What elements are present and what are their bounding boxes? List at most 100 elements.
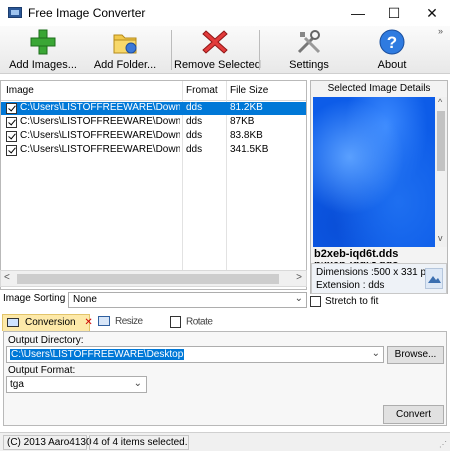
row-checkbox[interactable] xyxy=(6,145,17,156)
table-row[interactable]: C:\Users\LISTOFFREEWARE\Downl... dds 81.… xyxy=(1,102,306,115)
image-path: C:\Users\LISTOFFREEWARE\Downl... xyxy=(20,130,180,141)
output-directory-field[interactable]: C:\Users\LISTOFFREEWARE\Desktop ⌄ xyxy=(6,346,384,363)
title-bar: Free Image Converter — ☐ ✕ xyxy=(0,0,450,26)
image-format: dds xyxy=(186,116,203,127)
row-checkbox[interactable] xyxy=(6,131,17,142)
tab-rotate[interactable]: Rotate xyxy=(166,314,236,331)
chevron-down-icon: ⌄ xyxy=(133,378,142,389)
close-button[interactable]: ✕ xyxy=(414,0,450,26)
browse-button[interactable]: Browse... xyxy=(387,346,444,364)
image-size: 83.8KB xyxy=(230,130,263,141)
settings-button[interactable]: Settings xyxy=(278,26,340,74)
toolbar-separator xyxy=(171,30,172,70)
image-size: 81.2KB xyxy=(230,102,263,113)
image-info-box: Dimensions :500 x 331 px. Extension : dd… xyxy=(311,263,447,294)
toolbar-overflow[interactable]: » xyxy=(438,26,443,36)
chevron-down-icon: ⌄ xyxy=(294,293,303,304)
resize-icon xyxy=(98,316,110,327)
status-copyright: (C) 2013 Aaro4130 xyxy=(3,435,92,450)
output-directory-label: Output Directory: xyxy=(8,335,84,346)
sorting-value: None xyxy=(73,294,97,305)
mountain-icon xyxy=(428,276,441,283)
resize-grip-icon[interactable]: ⋰ xyxy=(439,440,447,449)
toolbar-separator xyxy=(259,30,260,70)
add-images-label: Add Images... xyxy=(9,59,77,71)
image-size: 87KB xyxy=(230,116,255,127)
close-tab-icon[interactable]: ✕ xyxy=(84,317,92,328)
add-images-button[interactable]: Add Images... xyxy=(4,26,82,74)
image-dimensions: Dimensions :500 x 331 px. xyxy=(316,267,434,278)
conversion-panel: Output Directory: C:\Users\LISTOFFREEWAR… xyxy=(3,331,447,426)
sorting-bar: Image Sorting : None ⌄ xyxy=(0,292,307,308)
help-icon: ? xyxy=(379,29,405,55)
status-bar: (C) 2013 Aaro4130 4 of 4 items selected.… xyxy=(0,432,450,451)
svg-text:?: ? xyxy=(387,33,397,52)
stretch-label: Stretch to fit xyxy=(325,296,379,308)
settings-label: Settings xyxy=(289,59,329,71)
output-directory-value: C:\Users\LISTOFFREEWARE\Desktop xyxy=(10,349,185,360)
output-format-value: tga xyxy=(10,379,24,390)
convert-button[interactable]: Convert xyxy=(383,405,444,424)
preview-heading: Selected Image Details xyxy=(327,83,431,94)
conversion-icon xyxy=(7,317,19,327)
fit-view-icon[interactable] xyxy=(425,268,443,289)
window-title: Free Image Converter xyxy=(28,6,146,20)
column-format[interactable]: Fromat xyxy=(186,85,218,96)
stretch-to-fit[interactable]: Stretch to fit xyxy=(310,296,378,307)
table-row[interactable]: C:\Users\LISTOFFREEWARE\Downl... dds 83.… xyxy=(1,130,306,143)
output-format-label: Output Format: xyxy=(8,365,76,376)
column-image[interactable]: Image xyxy=(6,85,34,96)
tools-icon xyxy=(297,30,321,54)
remove-selected-label: Remove Selected xyxy=(174,59,261,71)
add-folder-button[interactable]: Add Folder... xyxy=(88,26,162,74)
toolbar: Add Images... Add Folder... Remove Selec… xyxy=(0,26,450,74)
delete-x-icon xyxy=(202,30,228,54)
stretch-checkbox[interactable] xyxy=(310,296,321,307)
add-folder-label: Add Folder... xyxy=(93,59,157,71)
table-row[interactable]: C:\Users\LISTOFFREEWARE\Downl... dds 341… xyxy=(1,144,306,157)
scroll-left-icon[interactable]: < xyxy=(4,272,10,283)
scroll-down-icon[interactable]: v xyxy=(438,233,443,243)
maximize-button[interactable]: ☐ xyxy=(376,0,412,26)
list-horizontal-scrollbar[interactable]: < > xyxy=(0,270,307,287)
output-format-select[interactable]: tga ⌄ xyxy=(6,376,147,393)
image-path: C:\Users\LISTOFFREEWARE\Downl... xyxy=(20,102,180,113)
rotate-icon xyxy=(170,316,181,328)
scrollbar-thumb[interactable] xyxy=(437,111,445,171)
list-header: Image Fromat File Size xyxy=(1,81,306,101)
table-row[interactable]: C:\Users\LISTOFFREEWARE\Downl... dds 87K… xyxy=(1,116,306,129)
image-format: dds xyxy=(186,144,203,155)
chevron-down-icon[interactable]: ⌄ xyxy=(372,348,380,359)
scrollbar-thumb[interactable] xyxy=(17,274,279,284)
filename-row: b2xeb-iqd6t.dds xyxy=(311,247,447,262)
image-preview xyxy=(313,97,435,247)
tab-conversion[interactable]: Conversion ✕ xyxy=(2,314,93,331)
about-label: About xyxy=(377,59,407,71)
app-icon xyxy=(8,7,22,18)
image-extension: Extension : dds xyxy=(316,280,385,291)
selected-filename: b2xeb-iqd6t.dds xyxy=(314,248,399,260)
scroll-right-icon[interactable]: > xyxy=(296,272,302,283)
remove-selected-button[interactable]: Remove Selected xyxy=(174,26,261,74)
image-format: dds xyxy=(186,102,203,113)
image-path: C:\Users\LISTOFFREEWARE\Downl... xyxy=(20,116,180,127)
row-checkbox[interactable] xyxy=(6,103,17,114)
image-list[interactable]: Image Fromat File Size C:\Users\LISTOFFR… xyxy=(0,80,307,290)
plus-icon xyxy=(30,29,56,55)
row-checkbox[interactable] xyxy=(6,117,17,128)
sorting-select[interactable]: None ⌄ xyxy=(68,292,307,308)
scroll-up-icon[interactable]: ^ xyxy=(438,97,442,107)
image-size: 341.5KB xyxy=(230,144,269,155)
tab-resize-label: Resize xyxy=(115,316,143,327)
preview-vertical-scrollbar[interactable]: ^ v xyxy=(435,97,447,247)
status-selection: 4 of 4 items selected. xyxy=(89,435,189,450)
tab-conversion-label: Conversion xyxy=(25,317,76,328)
minimize-button[interactable]: — xyxy=(340,0,376,26)
tab-resize[interactable]: Resize xyxy=(94,314,164,331)
folder-icon xyxy=(113,34,137,54)
sorting-label: Image Sorting : xyxy=(3,293,71,304)
image-format: dds xyxy=(186,130,203,141)
about-button[interactable]: ? About xyxy=(362,26,422,74)
image-path: C:\Users\LISTOFFREEWARE\Downl... xyxy=(20,144,180,155)
column-size[interactable]: File Size xyxy=(230,85,268,96)
